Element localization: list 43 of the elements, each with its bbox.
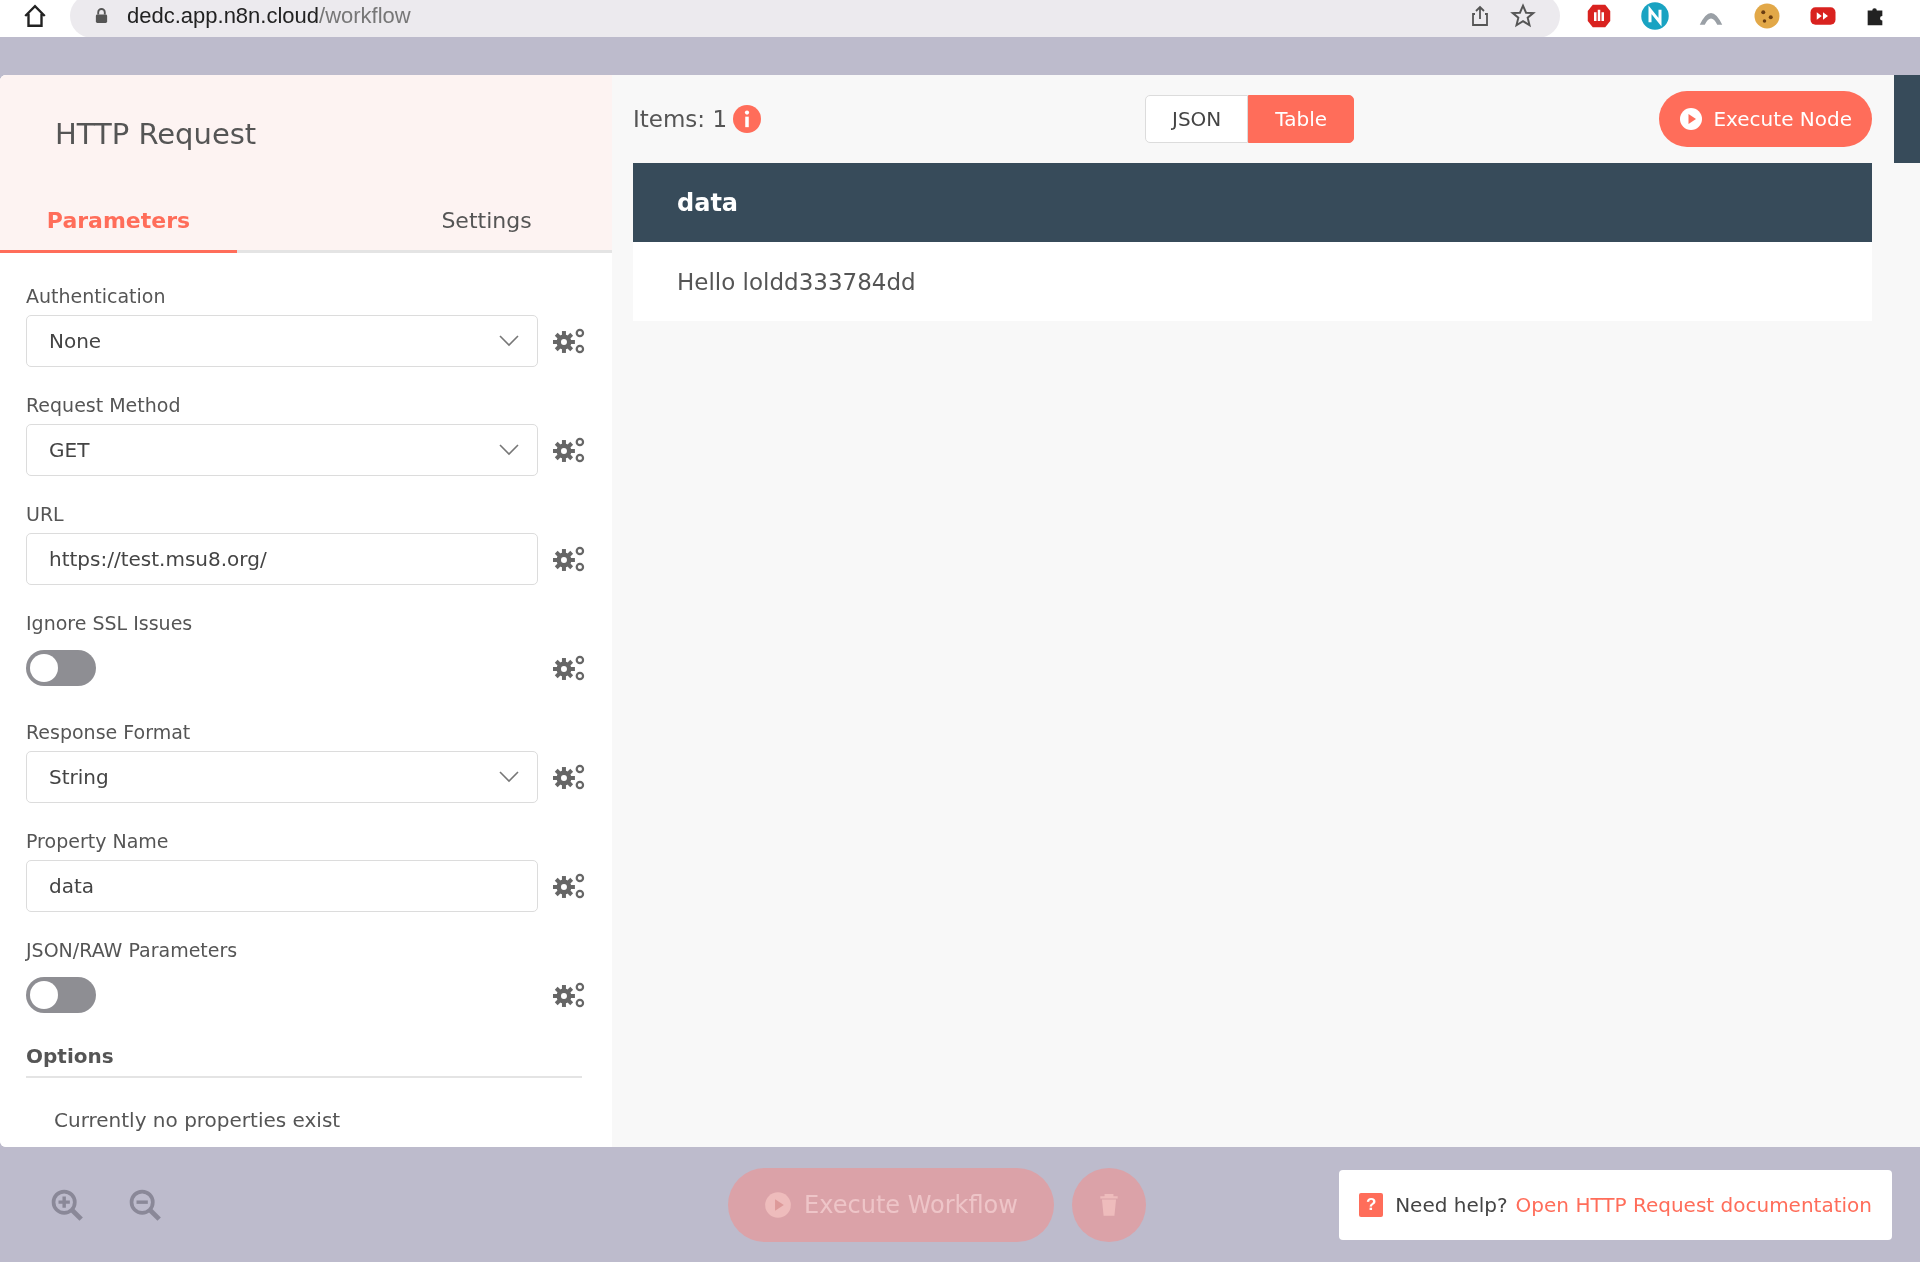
gears-icon[interactable] [552,763,586,791]
play-icon [764,1190,793,1219]
info-icon[interactable] [733,105,762,133]
chevron-down-icon [499,444,520,456]
field-label: Ignore SSL Issues [26,612,194,636]
play-icon [1679,107,1704,131]
input-field[interactable]: data [26,860,539,912]
gears-icon[interactable] [552,436,586,464]
dropdown[interactable]: String [26,751,539,803]
toggle-switch[interactable] [26,977,96,1013]
gears-icon[interactable] [552,981,586,1009]
field-label: Response Format [26,721,192,745]
chevron-down-icon [499,771,520,783]
empty-message: Currently no properties exist [53,1107,342,1132]
toggle-switch[interactable] [26,650,96,686]
gears-icon[interactable] [552,654,586,682]
address-bar[interactable]: dedc.app.n8n.cloud/workflow [70,0,1560,38]
dropdown[interactable]: GET [26,424,539,476]
field-label: URL [26,503,65,527]
view-toggle[interactable]: JSON [1145,95,1249,143]
lock-icon [94,7,109,24]
dropdown[interactable]: None [26,315,539,367]
chevron-down-icon [499,335,520,347]
help-text: Need help? [1395,1192,1508,1217]
tab[interactable]: Settings [237,191,612,253]
input-field[interactable]: https://test.msu8.org/ [26,533,539,585]
question-icon: ? [1359,1192,1384,1217]
table-cell-text: Hello loldd333784dd [676,268,916,295]
star-icon[interactable] [1510,2,1536,29]
letter-n-icon[interactable] [1640,0,1670,31]
column-header: data [676,188,739,217]
home-icon[interactable] [22,2,48,29]
gears-icon[interactable] [552,327,586,355]
node-title: HTTP Request [54,117,258,153]
items-count: Items: 1 [633,106,728,132]
field-label: Request Method [26,394,182,418]
gears-icon[interactable] [552,872,586,900]
field-label: Authentication [26,285,167,309]
url-text: dedc.app.n8n.cloud/workflow [127,2,411,29]
section-heading: Options [26,1044,582,1078]
field-label: Property Name [26,830,170,854]
gears-icon[interactable] [552,545,586,573]
field-label: JSON/RAW Parameters [26,939,239,963]
